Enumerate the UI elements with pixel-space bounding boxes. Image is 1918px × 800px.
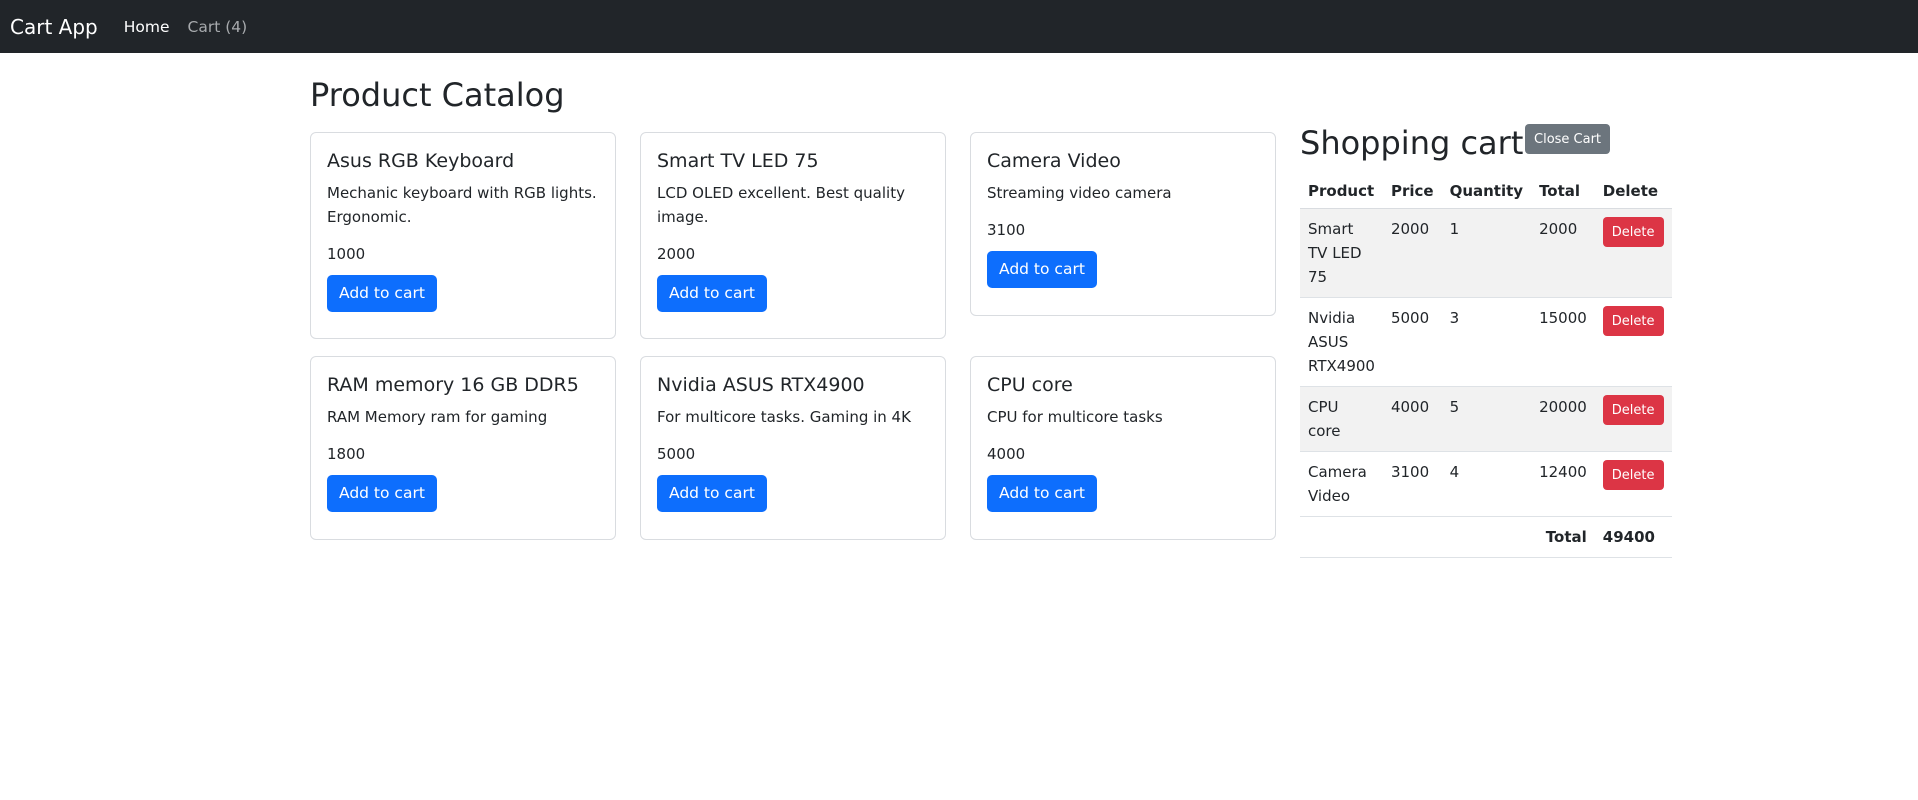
add-to-cart-button[interactable]: Add to cart <box>987 250 1097 288</box>
product-description: CPU for multicore tasks <box>987 407 1163 426</box>
cart-total: 15000 <box>1531 297 1595 387</box>
cart-price: 5000 <box>1382 297 1442 387</box>
nav-home-link[interactable]: Home <box>124 18 170 36</box>
product-description: For multicore tasks. Gaming in 4K <box>657 407 911 426</box>
product-price: 3100 <box>987 220 1026 239</box>
delete-button[interactable]: Delete <box>1602 306 1664 336</box>
product-card: Asus RGB Keyboard Mechanic keyboard with… <box>310 132 616 339</box>
product-card: Nvidia ASUS RTX4900 For multicore tasks.… <box>640 356 946 540</box>
cart-quantity: 5 <box>1441 386 1532 452</box>
add-to-cart-button[interactable]: Add to cart <box>327 474 437 512</box>
delete-button[interactable]: Delete <box>1602 395 1664 425</box>
cart-quantity: 3 <box>1441 297 1532 387</box>
cart-price: 3100 <box>1382 451 1442 517</box>
cart-price: 4000 <box>1382 386 1442 452</box>
add-to-cart-button[interactable]: Add to cart <box>987 474 1097 512</box>
product-price: 5000 <box>657 444 696 463</box>
cart-table: Product Price Quantity Total Delete Smar… <box>1300 174 1672 558</box>
cart-product: Nvidia ASUS RTX4900 <box>1300 297 1383 387</box>
product-price: 1800 <box>327 444 366 463</box>
cart-total: 12400 <box>1531 451 1595 517</box>
add-to-cart-button[interactable]: Add to cart <box>657 274 767 312</box>
header-delete: Delete <box>1594 174 1672 209</box>
product-name: Nvidia ASUS RTX4900 <box>657 374 865 396</box>
product-description: Mechanic keyboard with RGB lights. Ergon… <box>327 183 597 226</box>
add-to-cart-button[interactable]: Add to cart <box>327 274 437 312</box>
product-name: RAM memory 16 GB DDR5 <box>327 374 579 396</box>
product-card: Smart TV LED 75 LCD OLED excellent. Best… <box>640 132 946 339</box>
cart-title: Shopping cart <box>1300 124 1524 162</box>
cart-product: Smart TV LED 75 <box>1300 208 1383 298</box>
cart-total-value: 49400 <box>1594 516 1672 558</box>
product-description: Streaming video camera <box>987 183 1172 202</box>
cart-quantity: 1 <box>1441 208 1532 298</box>
header-price: Price <box>1382 174 1442 209</box>
product-name: Camera Video <box>987 150 1121 172</box>
product-name: Smart TV LED 75 <box>657 150 819 172</box>
brand-logo[interactable]: Cart App <box>10 15 98 39</box>
add-to-cart-button[interactable]: Add to cart <box>657 474 767 512</box>
product-description: LCD OLED excellent. Best quality image. <box>657 183 905 226</box>
header-total: Total <box>1531 174 1595 209</box>
nav-cart-link[interactable]: Cart (4) <box>188 18 248 36</box>
cart-quantity: 4 <box>1441 451 1532 517</box>
cart-total-label: Total <box>1300 516 1595 558</box>
product-card: Camera Video Streaming video camera 3100… <box>970 132 1276 316</box>
close-cart-button[interactable]: Close Cart <box>1525 124 1611 154</box>
cart-row: CPU core 4000 5 20000 Delete <box>1300 386 1672 452</box>
header-product: Product <box>1300 174 1383 209</box>
cart-price: 2000 <box>1382 208 1442 298</box>
product-price: 1000 <box>327 244 366 263</box>
product-name: Asus RGB Keyboard <box>327 150 515 172</box>
page-title: Product Catalog <box>310 76 565 114</box>
product-name: CPU core <box>987 374 1073 396</box>
cart-row: Camera Video 3100 4 12400 Delete <box>1300 451 1672 517</box>
product-price: 2000 <box>657 244 696 263</box>
cart-row: Nvidia ASUS RTX4900 5000 3 15000 Delete <box>1300 297 1672 387</box>
cart-total: 20000 <box>1531 386 1595 452</box>
cart-product: CPU core <box>1300 386 1383 452</box>
cart-product: Camera Video <box>1300 451 1383 517</box>
cart-total-row: Total 49400 <box>1300 516 1672 558</box>
cart-row: Smart TV LED 75 2000 1 2000 Delete <box>1300 208 1672 298</box>
product-card: RAM memory 16 GB DDR5 RAM Memory ram for… <box>310 356 616 540</box>
cart-header-row: Product Price Quantity Total Delete <box>1300 174 1672 209</box>
delete-button[interactable]: Delete <box>1602 217 1664 247</box>
delete-button[interactable]: Delete <box>1602 460 1664 490</box>
product-price: 4000 <box>987 444 1026 463</box>
product-card: CPU core CPU for multicore tasks 4000 Ad… <box>970 356 1276 540</box>
cart-total: 2000 <box>1531 208 1595 298</box>
header-quantity: Quantity <box>1441 174 1532 209</box>
navbar: Cart App Home Cart (4) <box>0 0 1918 53</box>
product-description: RAM Memory ram for gaming <box>327 407 548 426</box>
